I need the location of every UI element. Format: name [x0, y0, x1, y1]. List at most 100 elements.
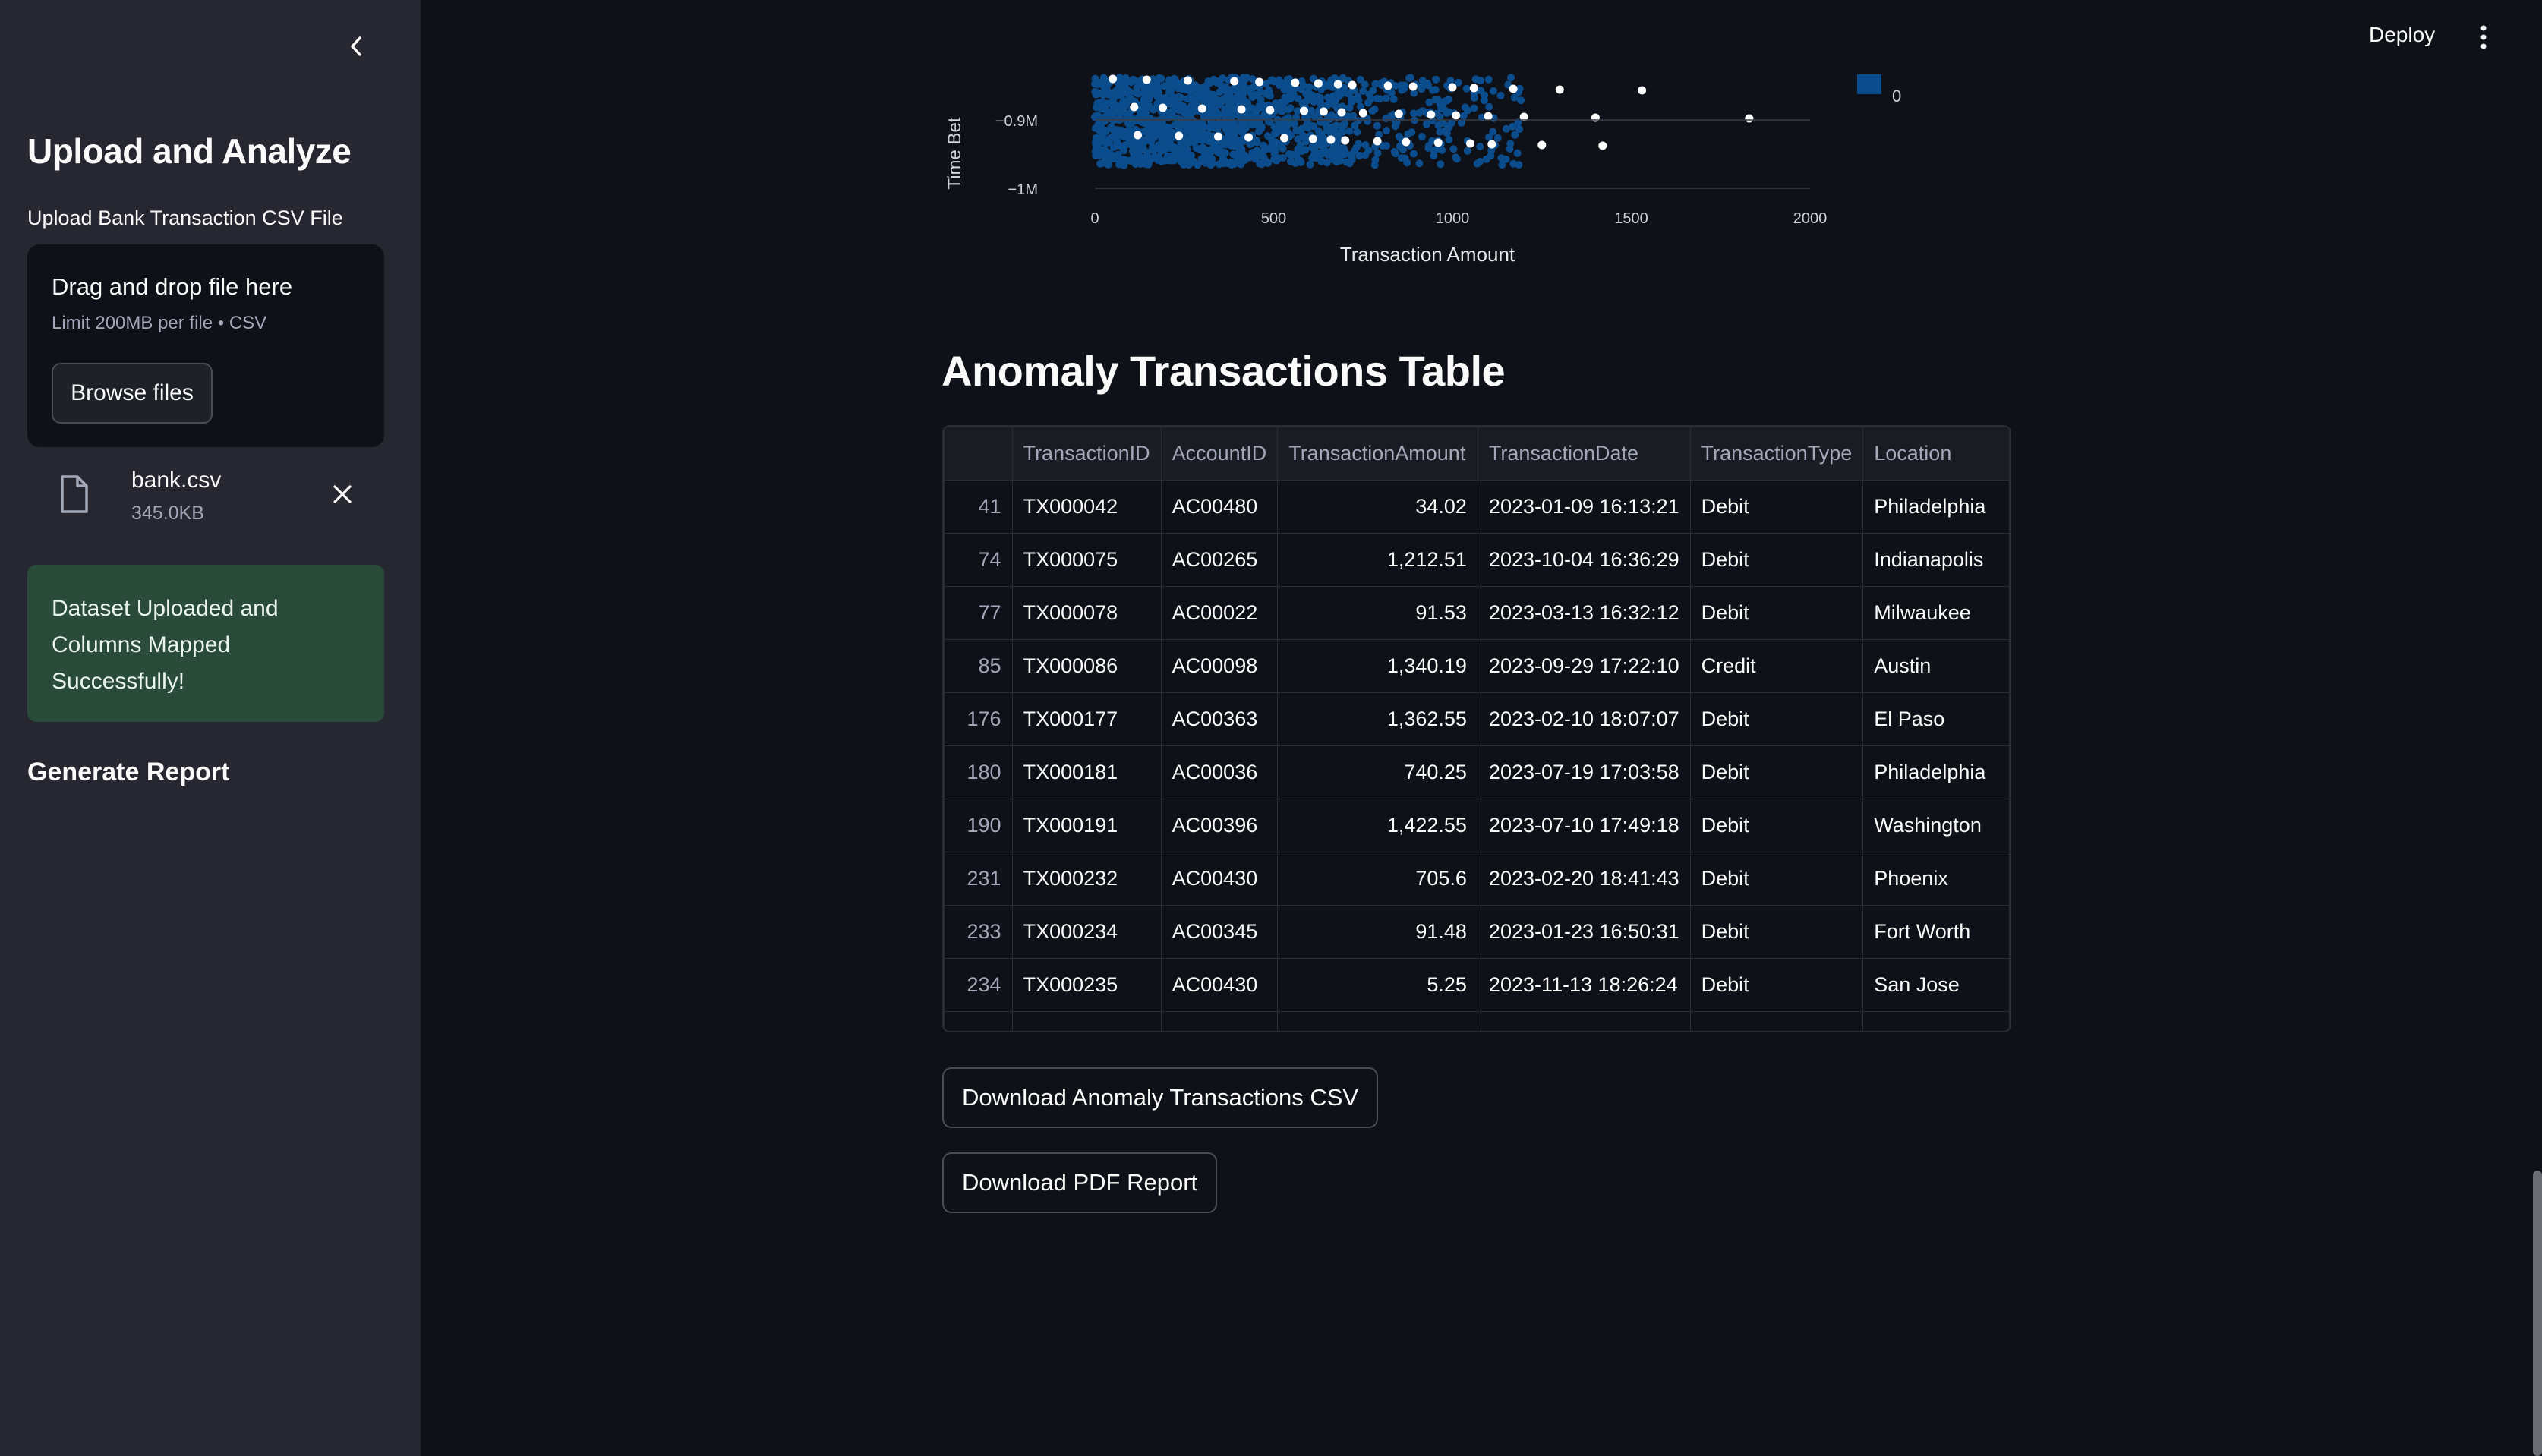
normal-point [1282, 97, 1290, 106]
table-cell: 2023-11-13 18:26:24 [1477, 958, 1691, 1012]
table-row[interactable]: 85 TX000086 AC00098 1,340.19 2023-09-29 17:2… [944, 639, 2010, 693]
table-row[interactable]: 231 TX000232 AC00430 705.6 2023-02-20 18:41:… [944, 852, 2010, 906]
table-cell: Austin [1862, 639, 2010, 693]
normal-point [1140, 128, 1149, 136]
deploy-button[interactable]: Deploy [2361, 20, 2443, 50]
table-cell: AC00022 [1160, 586, 1279, 640]
normal-point [1345, 127, 1354, 135]
column-header-location[interactable]: Location [1862, 427, 2010, 481]
column-header-transaction-date[interactable]: TransactionDate [1477, 427, 1691, 481]
normal-point [1192, 134, 1200, 142]
normal-point [1406, 74, 1414, 82]
normal-point [1513, 149, 1522, 157]
table-row[interactable]: 176 TX000177 AC00363 1,362.55 2023-02-10 18:… [944, 692, 2010, 746]
table-cell: 1,340.19 [1277, 639, 1478, 693]
table-cell: 1,212.51 [1277, 533, 1478, 587]
normal-point [1240, 122, 1248, 131]
page-scrollbar[interactable] [2533, 1171, 2542, 1456]
normal-point [1482, 155, 1490, 163]
table-cell: Debit [1689, 905, 1864, 959]
file-size: 345.0KB [131, 503, 204, 524]
normal-point [1509, 122, 1517, 131]
table-cell: 34.02 [1277, 480, 1478, 534]
normal-point [1395, 132, 1403, 140]
download-pdf-button[interactable]: Download PDF Report [942, 1152, 1218, 1213]
normal-point [1137, 160, 1145, 168]
anomaly-point [1591, 113, 1600, 122]
chevron-left-icon [351, 36, 361, 56]
table-row[interactable]: 74 TX000075 AC00265 1,212.51 2023-10-04 16:3… [944, 533, 2010, 587]
normal-point [1430, 147, 1438, 155]
table-cell: TX000042 [1011, 480, 1162, 534]
table-cell: 1,422.55 [1277, 799, 1478, 852]
anomaly-point [1402, 137, 1411, 147]
normal-point [1399, 146, 1407, 153]
browse-files-button[interactable]: Browse files [52, 363, 213, 424]
normal-point [1180, 120, 1188, 128]
normal-point [1187, 121, 1196, 129]
anomaly-point [1348, 80, 1357, 90]
normal-point [1296, 143, 1304, 152]
anomaly-point [1509, 84, 1518, 93]
table-cell: 41 [944, 480, 1013, 534]
table-cell: TX000235 [1011, 958, 1162, 1012]
table-cell: San Jose [1862, 958, 2010, 1012]
table-cell: AC00430 [1160, 852, 1279, 906]
table-cell: Debit [1689, 958, 1864, 1012]
table-row-partial [944, 1011, 2010, 1031]
table-cell: Debit [1689, 745, 1864, 799]
anomaly-point [1638, 86, 1647, 95]
table-cell: TX000234 [1011, 905, 1162, 959]
remove-file-button[interactable] [323, 475, 361, 513]
normal-point [1179, 156, 1187, 164]
table-cell: 176 [944, 692, 1013, 746]
column-header-transaction-amount[interactable]: TransactionAmount [1277, 427, 1478, 481]
anomaly-point [1383, 81, 1392, 90]
normal-point [1304, 88, 1313, 96]
anomaly-data-table[interactable]: TransactionID AccountID TransactionAmoun… [942, 425, 2011, 1032]
column-header-transaction-type[interactable]: TransactionType [1689, 427, 1864, 481]
normal-point [1138, 112, 1146, 121]
table-row[interactable]: 190 TX000191 AC00396 1,422.55 2023-07-10 17:… [944, 799, 2010, 852]
anomaly-point [1314, 79, 1323, 88]
anomaly-point [1130, 102, 1139, 112]
file-dropzone[interactable]: Drag and drop file here Limit 200MB per … [27, 244, 384, 447]
anomaly-point [1175, 131, 1184, 140]
table-cell: 91.53 [1277, 586, 1478, 640]
column-header-index[interactable] [944, 427, 1013, 481]
normal-point [1338, 121, 1346, 130]
anomaly-point [1433, 138, 1443, 147]
normal-point [1359, 87, 1367, 95]
normal-point [1120, 161, 1128, 169]
table-row[interactable]: 234 TX000235 AC00430 5.25 2023-11-13 18:26:2… [944, 958, 2010, 1012]
table-cell: TX000177 [1011, 692, 1162, 746]
column-header-account-id[interactable]: AccountID [1160, 427, 1279, 481]
normal-point [1275, 76, 1283, 84]
table-row[interactable]: 233 TX000234 AC00345 91.48 2023-01-23 16:50:… [944, 905, 2010, 959]
table-cell: Phoenix [1862, 852, 2010, 906]
table-cell [1011, 1011, 1162, 1031]
table-cell: 5.25 [1277, 958, 1478, 1012]
table-cell: 2023-07-19 17:03:58 [1477, 745, 1691, 799]
anomaly-point [1333, 80, 1342, 89]
normal-point [1331, 101, 1339, 109]
anomaly-point [1555, 85, 1564, 94]
normal-point [1254, 128, 1263, 136]
table-row[interactable]: 180 TX000181 AC00036 740.25 2023-07-19 17:03… [944, 745, 2010, 799]
table-row[interactable]: 41 TX000042 AC00480 34.02 2023-01-09 16:13:2… [944, 480, 2010, 534]
close-icon [333, 485, 352, 503]
normal-point [1228, 120, 1237, 128]
download-csv-button[interactable]: Download Anomaly Transactions CSV [942, 1067, 1379, 1128]
table-cell: 2023-03-13 16:32:12 [1477, 586, 1691, 640]
normal-point [1219, 111, 1228, 118]
normal-point [1443, 96, 1452, 105]
normal-point [1462, 84, 1471, 93]
main-menu-button[interactable] [2472, 20, 2495, 55]
table-cell: TX000191 [1011, 799, 1162, 852]
normal-point [1237, 160, 1245, 169]
normal-point [1364, 147, 1373, 155]
normal-point [1121, 141, 1130, 150]
table-row[interactable]: 77 TX000078 AC00022 91.53 2023-03-13 16:32:1… [944, 586, 2010, 640]
column-header-transaction-id[interactable]: TransactionID [1011, 427, 1162, 481]
collapse-sidebar-button[interactable] [337, 27, 375, 65]
